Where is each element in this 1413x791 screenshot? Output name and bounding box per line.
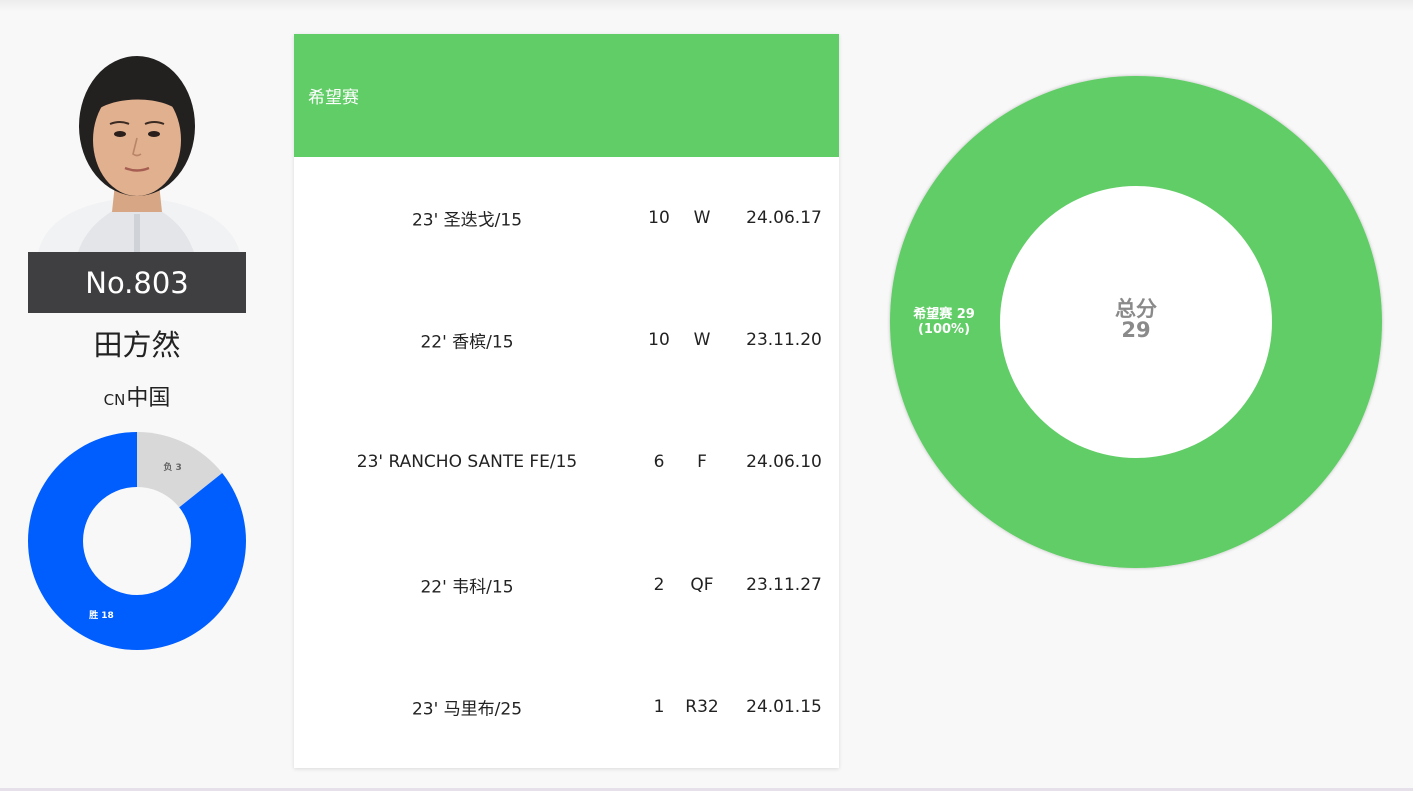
total-slice-label: (100%)	[918, 322, 970, 337]
player-photo	[28, 54, 246, 252]
date-cell: 24.01.15	[746, 696, 822, 717]
country-name: 中国	[126, 386, 171, 411]
table-header: 希望赛	[294, 34, 839, 157]
total-slice-label: 希望赛 29	[913, 306, 975, 322]
event-cell: 23' 马里布/25	[411, 699, 523, 720]
table-row[interactable]: 23' RANCHO SANTE FE/15 6 F 24.06.10	[294, 401, 839, 523]
player-name: 田方然	[93, 328, 181, 362]
round-cell: W	[693, 330, 711, 351]
event-cell: 23' RANCHO SANTE FE/15	[356, 452, 578, 473]
results-table: 希望赛 23' 圣迭戈/15 10 W 24.06.17 22' 香槟/15 1…	[294, 34, 839, 768]
loss-label: 负 3	[163, 461, 181, 473]
player-rank-badge: No.803	[28, 252, 246, 313]
country-code: CN	[103, 391, 126, 409]
date-cell: 23.11.20	[746, 330, 822, 351]
table-header-title: 希望赛	[308, 88, 359, 108]
date-cell: 24.06.10	[746, 452, 822, 473]
win-label: 胜 18	[88, 609, 114, 621]
round-cell: W	[693, 208, 711, 229]
table-row[interactable]: 22' 香槟/15 10 W 23.11.20	[294, 279, 839, 401]
event-cell: 23' 圣迭戈/15	[411, 210, 523, 231]
win-loss-donut-hole	[83, 487, 191, 595]
event-cell: 22' 韦科/15	[420, 577, 514, 598]
total-center-value: 29	[1121, 318, 1150, 342]
total-points-donut-chart: 希望赛 29(100%)总分29	[889, 76, 1382, 568]
win-loss-donut-chart: 负 3 胜 18	[28, 432, 246, 650]
table-row[interactable]: 23' 圣迭戈/15 10 W 24.06.17	[294, 157, 839, 279]
round-cell: QF	[690, 574, 714, 595]
player-country: CN中国	[28, 380, 246, 412]
table-row[interactable]: 22' 韦科/15 2 QF 23.11.27	[294, 524, 839, 646]
table-body: 23' 圣迭戈/15 10 W 24.06.17 22' 香槟/15 10 W …	[294, 157, 839, 768]
date-cell: 23.11.27	[746, 574, 822, 595]
round-cell: F	[697, 452, 707, 473]
table-row[interactable]: 23' 马里布/25 1 R32 24.01.15	[294, 646, 839, 768]
date-cell: 24.06.17	[746, 208, 822, 229]
top-shadow	[0, 0, 1413, 12]
event-cell: 22' 香槟/15	[420, 332, 514, 353]
round-cell: R32	[685, 696, 719, 717]
